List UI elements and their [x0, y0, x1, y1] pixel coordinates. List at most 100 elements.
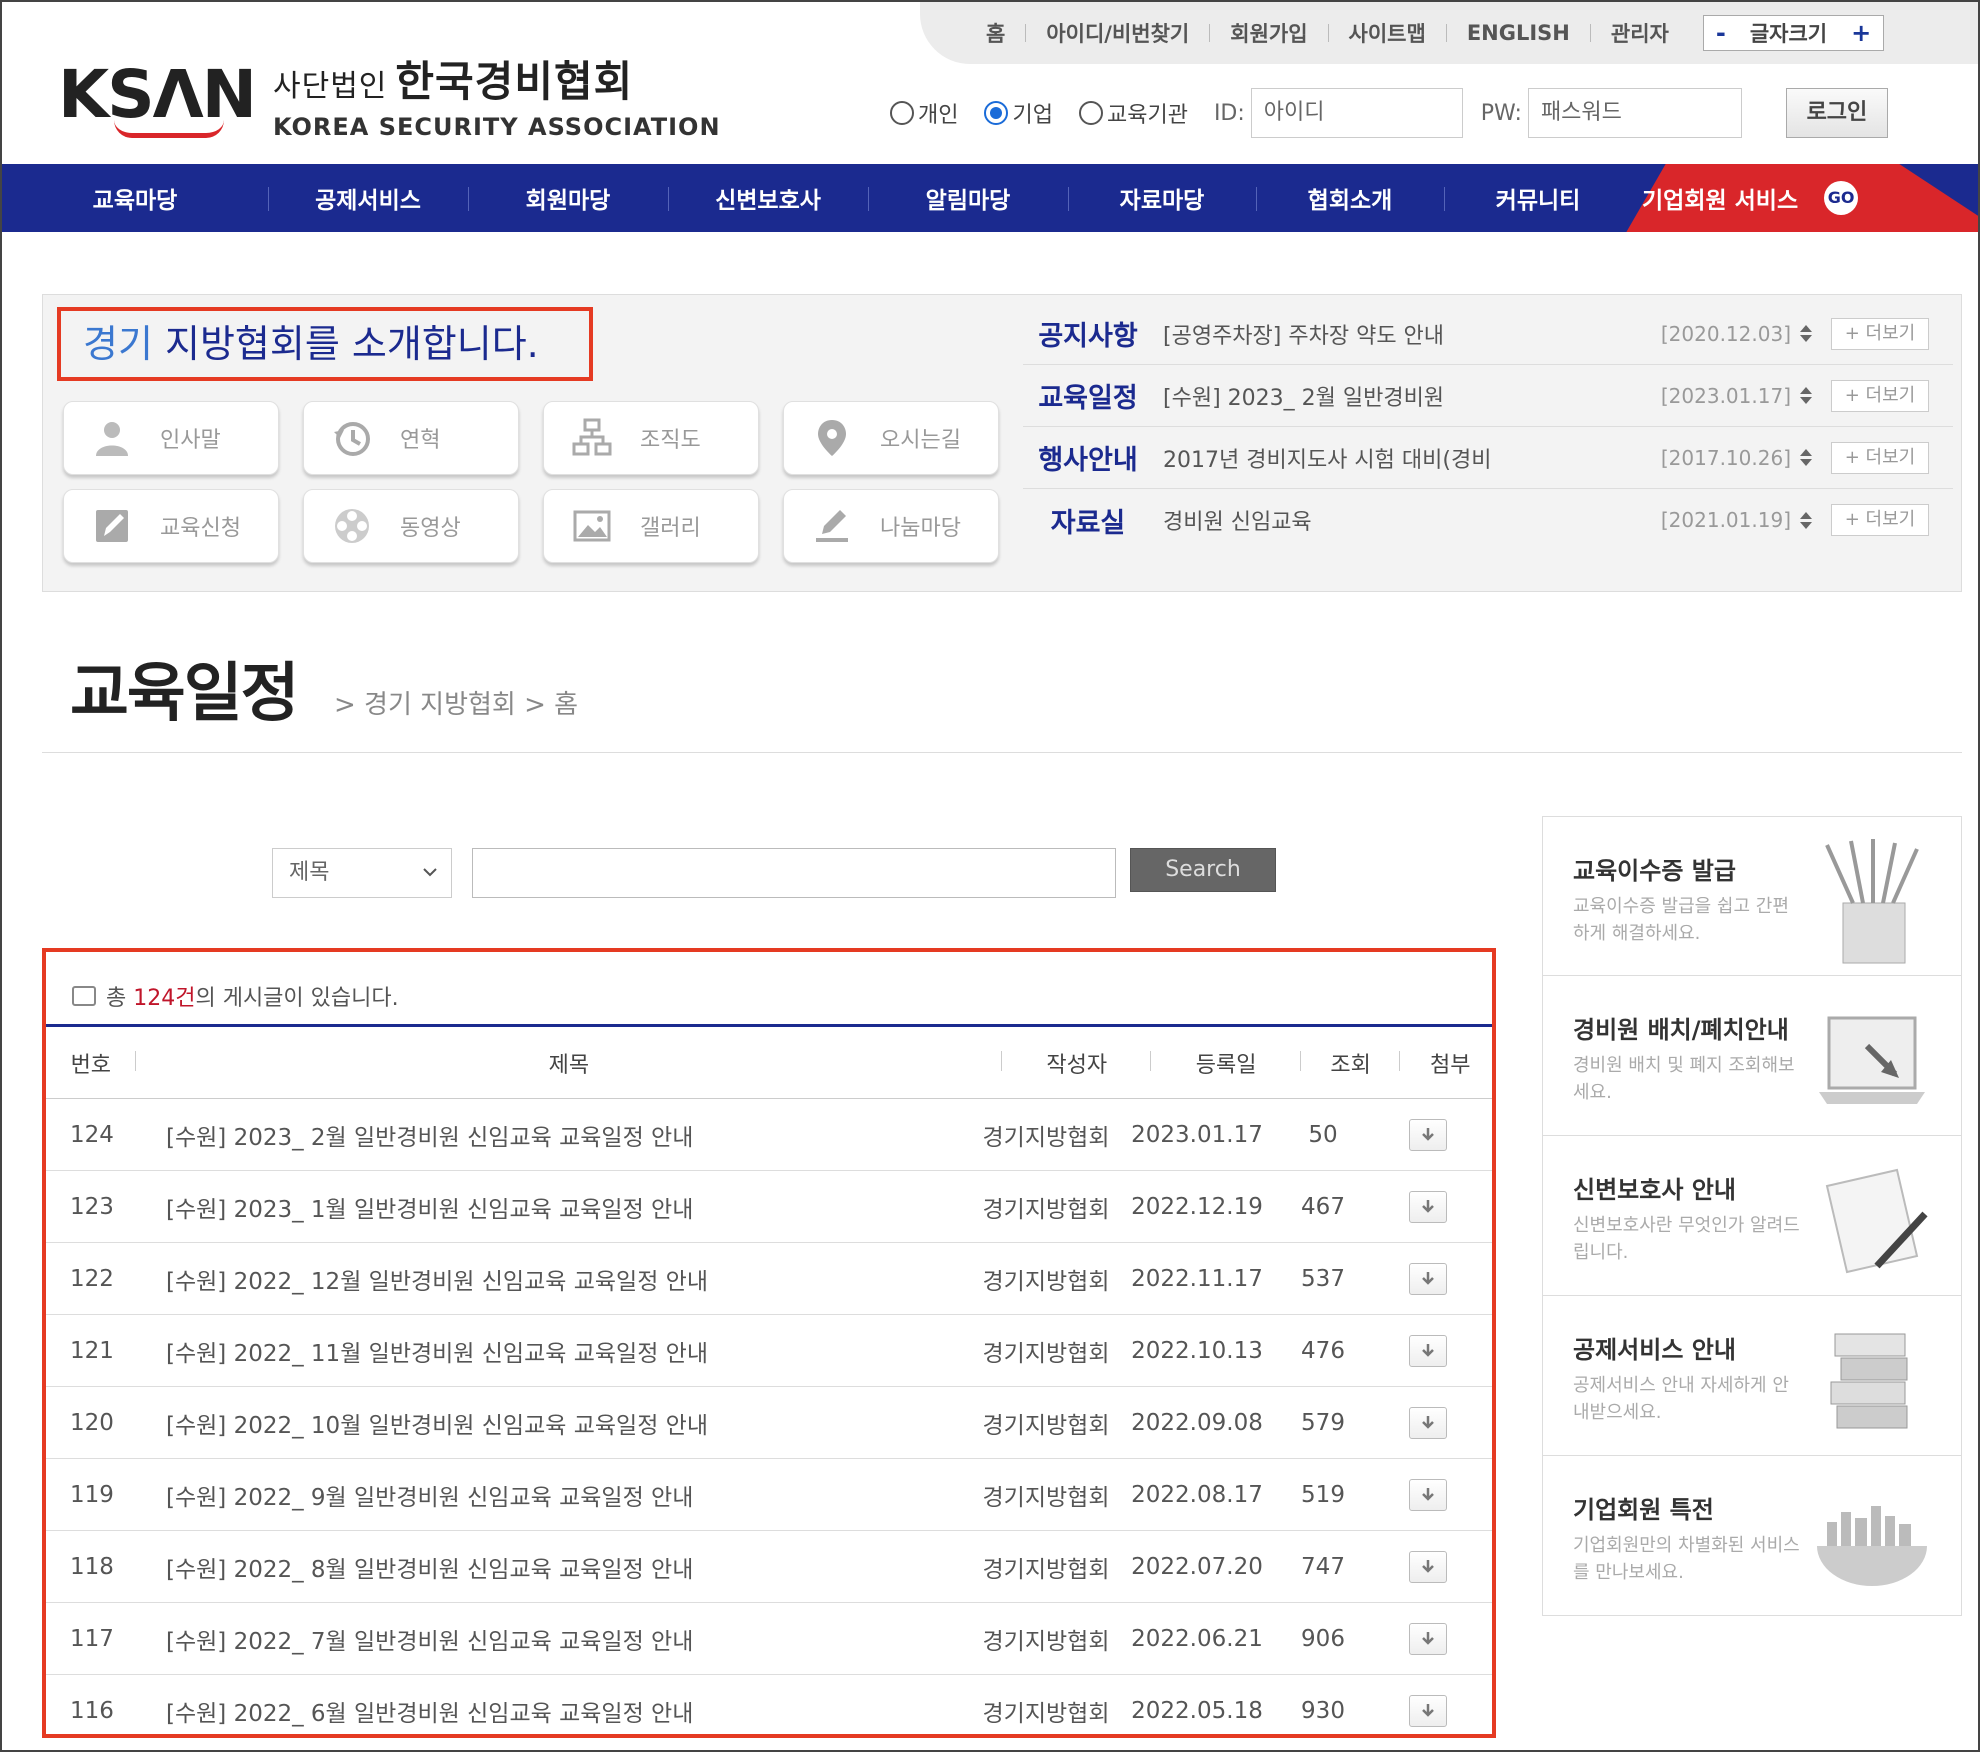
download-icon[interactable]: [1409, 1622, 1447, 1655]
download-icon[interactable]: [1409, 1190, 1447, 1223]
util-link-home[interactable]: 홈: [986, 18, 1005, 48]
download-icon[interactable]: [1409, 1550, 1447, 1583]
util-link-admin[interactable]: 관리자: [1611, 18, 1669, 48]
banner-certificate[interactable]: 교육이수증 발급 교육이수증 발급을 쉽고 간편하게 해결하세요.: [1542, 816, 1962, 976]
more-button[interactable]: + 더보기: [1831, 379, 1929, 412]
row-title-link[interactable]: [수원] 2022_ 8월 일반경비원 신임교육 교육일정 안내: [136, 1550, 966, 1584]
download-icon[interactable]: [1409, 1118, 1447, 1151]
banner-corporate-benefits[interactable]: 기업회원 특전 기업회원만의 차별화된 서비스를 만나보세요.: [1542, 1456, 1962, 1616]
nav-item-community[interactable]: 커뮤니티: [1444, 181, 1632, 215]
arrow-up-icon[interactable]: [1800, 449, 1812, 456]
notice-title-link[interactable]: [공영주차장] 주차장 약도 안내: [1153, 318, 1657, 350]
arrow-up-icon[interactable]: [1800, 387, 1812, 394]
row-date: 2022.09.08: [1131, 1409, 1263, 1436]
col-header-no: 번호: [46, 1047, 136, 1079]
site-logo[interactable]: KSΛN 사단법인 한국경비협회 KOREA SECURITY ASSOCIATI…: [58, 48, 721, 141]
breadcrumb: > 경기 지방협회 > 홈: [334, 690, 579, 720]
id-label: ID:: [1213, 100, 1245, 126]
arrow-down-icon[interactable]: [1800, 459, 1812, 466]
tile-label: 동영상: [400, 516, 461, 541]
arrow-down-icon[interactable]: [1800, 521, 1812, 529]
tile-videos[interactable]: 동영상: [303, 489, 519, 563]
tile-directions[interactable]: 오시는길: [783, 401, 999, 475]
radio-company[interactable]: 기업: [984, 97, 1053, 129]
row-title-link[interactable]: [수원] 2022_ 12월 일반경비원 신임교육 교육일정 안내: [136, 1262, 966, 1296]
tile-label: 조직도: [640, 428, 701, 453]
pw-label: PW:: [1480, 100, 1522, 126]
download-icon[interactable]: [1409, 1334, 1447, 1367]
more-button[interactable]: + 더보기: [1831, 504, 1929, 536]
tile-label: 인사말: [160, 428, 221, 453]
nav-item-members[interactable]: 회원마당: [468, 181, 668, 215]
row-title-link[interactable]: [수원] 2022_ 9월 일반경비원 신임교육 교육일정 안내: [136, 1478, 966, 1512]
go-button[interactable]: GO: [1824, 181, 1859, 215]
download-icon[interactable]: [1409, 1478, 1447, 1511]
tile-history[interactable]: 연혁: [303, 401, 519, 475]
util-link-signup[interactable]: 회원가입: [1230, 18, 1307, 48]
nav-item-bodyguard[interactable]: 신변보호사: [668, 181, 868, 215]
radio-dot[interactable]: [1078, 101, 1103, 125]
notice-scroll-arrows[interactable]: [1797, 511, 1815, 529]
tile-gallery[interactable]: 갤러리: [543, 489, 759, 563]
divider: [1445, 24, 1447, 42]
tile-edu-apply[interactable]: 교육신청: [63, 489, 279, 563]
notice-title-link[interactable]: 2017년 경비지도사 시험 대비(경비: [1153, 442, 1657, 474]
tile-label: 교육신청: [160, 516, 241, 541]
download-icon[interactable]: [1409, 1694, 1447, 1727]
notice-title-link[interactable]: 경비원 신임교육: [1153, 504, 1657, 536]
count-value: 124건: [133, 986, 196, 1011]
search-button[interactable]: Search: [1130, 848, 1276, 892]
arrow-up-icon[interactable]: [1800, 511, 1812, 519]
download-icon[interactable]: [1409, 1262, 1447, 1295]
nav-item-notices[interactable]: 알림마당: [868, 181, 1068, 215]
download-icon[interactable]: [1409, 1406, 1447, 1439]
notice-title-link[interactable]: [수원] 2023_ 2월 일반경비원: [1153, 380, 1657, 412]
search-field-select[interactable]: 제목: [272, 848, 452, 898]
nav-item-resources[interactable]: 자료마당: [1068, 181, 1256, 215]
nav-item-about[interactable]: 협회소개: [1256, 181, 1444, 215]
tile-sharing[interactable]: 나눔마당: [783, 489, 999, 563]
util-link-english[interactable]: ENGLISH: [1467, 21, 1570, 45]
password-input[interactable]: 패스워드: [1527, 88, 1742, 138]
notice-scroll-arrows[interactable]: [1797, 449, 1815, 466]
radio-individual[interactable]: 개인: [890, 97, 958, 129]
login-button[interactable]: 로그인: [1785, 88, 1888, 138]
notice-scroll-arrows[interactable]: [1797, 325, 1815, 342]
row-title-link[interactable]: [수원] 2022_ 6월 일반경비원 신임교육 교육일정 안내: [136, 1694, 966, 1728]
radio-dot[interactable]: [984, 101, 1009, 125]
row-views: 519: [1301, 1481, 1345, 1508]
radio-label: 개인: [918, 103, 959, 128]
util-link-sitemap[interactable]: 사이트맵: [1349, 18, 1426, 48]
notice-scroll-arrows[interactable]: [1797, 387, 1815, 404]
banner-mutual-aid[interactable]: 공제서비스 안내 공제서비스 안내 자세하게 안내받으세요.: [1542, 1296, 1962, 1456]
radio-dot[interactable]: [890, 101, 914, 125]
util-link-find-account[interactable]: 아이디/비번찾기: [1046, 18, 1189, 48]
radio-institution[interactable]: 교육기관: [1078, 97, 1188, 129]
id-input[interactable]: 아이디: [1250, 88, 1463, 138]
banner-guard-placement[interactable]: 경비원 배치/폐치안내 경비원 배치 및 폐지 조회해보세요.: [1542, 976, 1962, 1136]
corporate-service-link[interactable]: 기업회원 서비스 GO: [1606, 164, 1978, 232]
arrow-up-icon[interactable]: [1800, 325, 1812, 332]
logo-swoosh-icon: [114, 120, 224, 138]
font-size-decrease-button[interactable]: -: [1704, 19, 1738, 47]
banner-title: 신변보호사 안내: [1573, 1176, 1736, 1204]
row-number: 118: [70, 1553, 114, 1580]
row-title-link[interactable]: [수원] 2023_ 2월 일반경비원 신임교육 교육일정 안내: [136, 1118, 966, 1152]
nav-item-mutual-aid[interactable]: 공제서비스: [268, 181, 468, 215]
more-button[interactable]: + 더보기: [1831, 441, 1929, 474]
tile-org-chart[interactable]: 조직도: [543, 401, 759, 475]
arrow-down-icon[interactable]: [1800, 397, 1812, 404]
banner-bodyguard-info[interactable]: 신변보호사 안내 신변보호사란 무엇인가 알려드립니다.: [1542, 1136, 1962, 1296]
row-title-link[interactable]: [수원] 2022_ 11월 일반경비원 신임교육 교육일정 안내: [136, 1334, 966, 1368]
tile-greeting[interactable]: 인사말: [63, 401, 279, 475]
search-input[interactable]: [472, 848, 1116, 898]
row-title-link[interactable]: [수원] 2022_ 7월 일반경비원 신임교육 교육일정 안내: [136, 1622, 966, 1656]
more-button[interactable]: + 더보기: [1831, 317, 1929, 350]
nav-item-education[interactable]: 교육마당: [2, 181, 268, 215]
row-title-link[interactable]: [수원] 2023_ 1월 일반경비원 신임교육 교육일정 안내: [136, 1190, 966, 1224]
row-title-link[interactable]: [수원] 2022_ 10월 일반경비원 신임교육 교육일정 안내: [136, 1406, 966, 1440]
font-size-increase-button[interactable]: +: [1839, 19, 1883, 47]
arrow-down-icon[interactable]: [1800, 335, 1812, 342]
tile-label: 나눔마당: [880, 516, 961, 541]
notice-category: 공지사항: [1038, 321, 1138, 352]
